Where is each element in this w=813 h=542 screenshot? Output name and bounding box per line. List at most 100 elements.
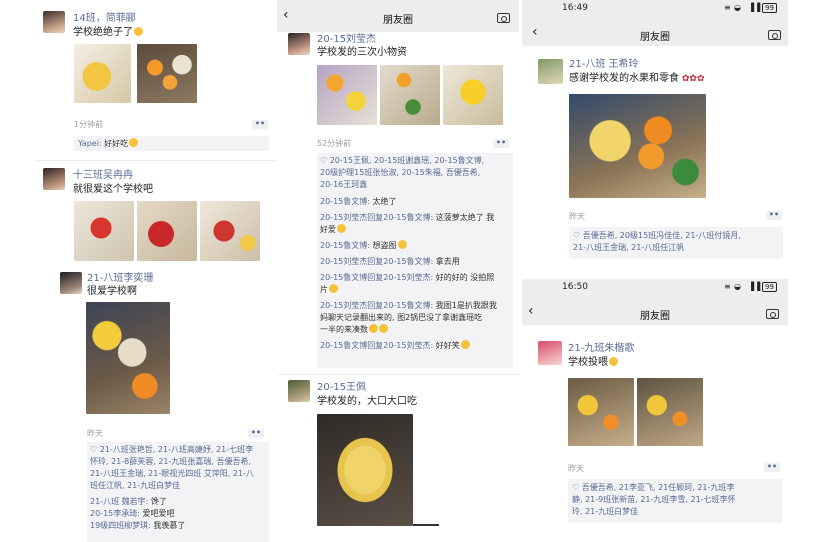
comment-panel: ♡ 20-15王佩, 20-15班谢鑫瑶, 20-15鲁文博, 20级护理15班… [317, 153, 513, 368]
comment-line: 20-15鲁文博: 想盗图 [320, 240, 510, 252]
comment-line: 20-15刘莹杰回复20-15鲁文博: 拿去用 [320, 257, 460, 266]
post-author[interactable]: 21-八班李奕珊 [87, 272, 153, 285]
likes-line[interactable]: 班任江帆, 21-九班白梦佳 [90, 480, 266, 492]
comment-line: 20-15刘莹杰回复20-15鲁文博: 这菠萝太绝了 我 [320, 213, 495, 222]
post-photo[interactable] [569, 94, 706, 198]
signal-bars-icon: ▐▐ [748, 282, 761, 291]
emoji-icon [369, 324, 378, 333]
likes-line[interactable]: ♡ 21-八班张艳哲, 21-八班高婕妤, 21-七班李 [90, 444, 266, 456]
avatar[interactable] [288, 33, 310, 55]
avatar[interactable] [60, 272, 82, 294]
post-author[interactable]: 20-15刘莹杰 [317, 33, 376, 46]
post-photo[interactable] [200, 201, 260, 261]
post-photo[interactable] [317, 414, 413, 526]
post-text: 就很爱这个学校吧 [73, 184, 153, 195]
post-time: 昨天 [87, 429, 103, 438]
battery-level: 99 [762, 282, 777, 292]
avatar[interactable] [43, 168, 65, 190]
likes-line[interactable]: 静, 21-9班张新苗, 21-九班李雪, 21-七班李怀 [572, 494, 778, 506]
camera-icon[interactable] [497, 13, 510, 23]
likes-panel: ♡ 吾優吾希, 21李亚飞, 21任颖珂, 21-九班李 静, 21-9班张新苗… [568, 479, 782, 523]
post-photo[interactable] [137, 44, 197, 103]
post-author[interactable]: 十三班吴冉冉 [73, 169, 133, 182]
post-photo[interactable] [380, 65, 440, 125]
post-author[interactable]: 21-九班朱楷歌 [568, 342, 634, 355]
post-photo[interactable] [637, 378, 703, 446]
scroll-indicator [413, 524, 439, 526]
comment-user[interactable]: Yapei: [78, 139, 102, 148]
wifi-icon: ◒ [734, 3, 741, 12]
comment-line: 20-15刘莹杰回复20-15鲁文博: 我图1是扒我跟我 [320, 301, 497, 310]
likes-panel: ♡ 吾優吾希, 20级15班冯佳佳, 21-八班付镜月, 21-八班王金瑞, 2… [569, 227, 783, 259]
comment-line: 妈聊天记录翻出来的, 图2锅巴没了拿谢鑫瑶吃 [320, 313, 483, 322]
post-time: 52分钟前 [317, 139, 352, 148]
post-text: 学校投喂 [568, 356, 618, 369]
signal-icon: ≡ [724, 3, 731, 12]
emoji-icon [397, 240, 407, 249]
post-photo[interactable] [86, 302, 170, 414]
status-bar: 16:50 ≡ ◒ ▐▐ 99 [522, 282, 788, 296]
comment-line: 20-15鲁文博回复20-15刘莹杰: 好的好的 没拍照 [320, 273, 495, 282]
likes-line[interactable]: ♡ 吾優吾希, 20级15班冯佳佳, 21-八班付镜月, [573, 230, 779, 242]
post-text: 感谢学校发的水果和零食 ✿✿✿ [569, 73, 705, 84]
more-icon[interactable]: •• [764, 463, 780, 472]
likes-line[interactable]: 20-16王珂鑫 [320, 179, 510, 191]
post-photo[interactable] [443, 65, 503, 125]
emoji-icon [609, 357, 618, 366]
likes-line[interactable]: ♡ 20-15王佩, 20-15班谢鑫瑶, 20-15鲁文博, [320, 155, 510, 167]
post-time: 1分钟前 [74, 120, 104, 129]
likes-line[interactable]: 21-八班王金瑞, 21-眼视光四班 艾萍阳, 21-八 [90, 468, 266, 480]
post-text: 很爱学校啊 [87, 286, 137, 297]
post-author[interactable]: 14班，简菲郦 [73, 12, 136, 25]
more-icon[interactable]: •• [248, 429, 264, 438]
avatar[interactable] [43, 11, 65, 33]
moments-column-2: ‹ 朋友圈 20-15刘莹杰 学校发的三次小物资 52分钟前 •• ♡ 20-1… [277, 0, 519, 542]
avatar[interactable] [288, 380, 310, 402]
wifi-icon: ◒ [734, 282, 741, 291]
likes-line[interactable]: 20级护理15班张怡淑, 20-15朱福, 吾優吾希, [320, 167, 510, 179]
likes-line[interactable]: 21-八班王金瑞, 21-八班任江帆 [573, 242, 779, 254]
post-photo[interactable] [74, 201, 134, 261]
post-author[interactable]: 21-八班 王希玲 [569, 58, 639, 71]
emoji-icon [460, 340, 470, 349]
emoji-icon [379, 324, 388, 333]
comment-line: 20-15鲁文博: 太绝了 [320, 197, 397, 206]
emoji-icon [329, 284, 338, 293]
likes-line[interactable]: 怀玲, 21-8薛芙蓉, 21-九班张嘉瑞, 吾優吾希, [90, 456, 266, 468]
post-text: 学校发的，大口大口吃 [317, 396, 417, 407]
camera-icon[interactable] [766, 309, 779, 319]
post-author[interactable]: 20-15王佩 [317, 381, 366, 394]
nav-bar: ‹ 朋友圈 [277, 0, 519, 32]
comment-line: 20-15鲁文博回复20-15刘莹杰: 好好笑 [320, 340, 510, 352]
camera-icon[interactable] [768, 30, 781, 40]
comment-line: 19级四班柳梦琪: 我羡慕了 [90, 521, 186, 530]
likes-panel: ♡ 21-八班张艳哲, 21-八班高婕妤, 21-七班李 怀玲, 21-8薛芙蓉… [87, 442, 269, 542]
emoji-icon [337, 224, 346, 233]
post-time: 昨天 [568, 464, 584, 473]
collage: 14班，简菲郦 学校绝绝子了 1分钟前 •• Yapei: 好好吃 十三班吴冉冉… [0, 0, 813, 542]
comment-line: 好爱 [320, 224, 510, 236]
more-icon[interactable]: •• [493, 139, 509, 148]
more-icon[interactable]: •• [252, 120, 268, 129]
divider [36, 160, 276, 161]
nav-bar: 16:49 ≡ ◒ ▐▐ 99 ‹ 朋友圈 [522, 0, 788, 46]
status-time: 16:50 [562, 282, 588, 292]
post-photo[interactable] [137, 201, 197, 261]
emoji-icon [129, 138, 139, 147]
likes-line[interactable]: 玲, 21-九班白梦佳 [572, 506, 778, 518]
more-icon[interactable]: •• [766, 211, 782, 220]
avatar[interactable] [538, 59, 563, 84]
post-time: 昨天 [569, 212, 585, 221]
rose-icon: ✿✿✿ [679, 74, 705, 84]
post-photo[interactable] [317, 65, 377, 125]
comment-line: 21-八班 魏若宇: 馋了 [90, 497, 167, 506]
likes-line[interactable]: ♡ 吾優吾希, 21李亚飞, 21任颖珂, 21-九班李 [572, 482, 778, 494]
avatar[interactable] [538, 341, 562, 365]
post-photo[interactable] [568, 378, 634, 446]
post-photo[interactable] [74, 44, 131, 103]
nav-title: 朋友圈 [640, 311, 670, 322]
moments-column-3-top: 16:49 ≡ ◒ ▐▐ 99 ‹ 朋友圈 21-八班 王希玲 感谢学校发的水果… [522, 0, 788, 270]
divider [277, 374, 519, 375]
status-time: 16:49 [562, 3, 588, 13]
emoji-icon [134, 27, 143, 36]
